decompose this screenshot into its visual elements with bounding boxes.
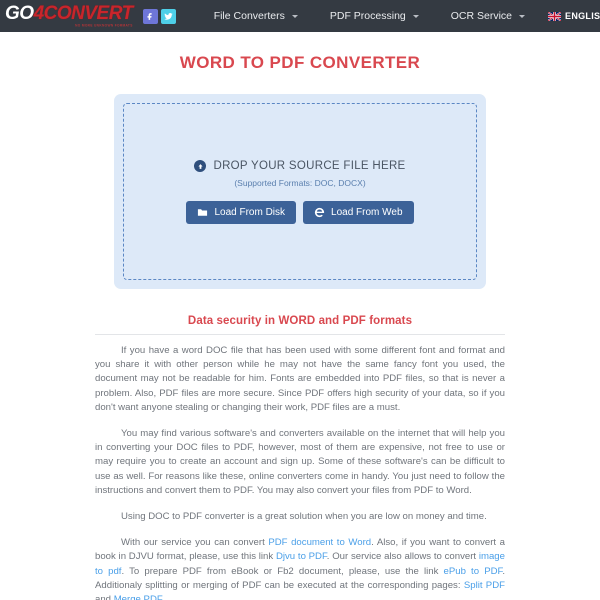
section-heading-data-security: Data security in WORD and PDF formats <box>187 315 413 327</box>
chevron-down-icon <box>519 14 526 18</box>
language-switcher: ENGLISH РУССКИЙ <box>541 9 600 23</box>
main-navigation: File Converters PDF Processing OCR Servi… <box>198 10 541 22</box>
twitter-icon[interactable] <box>160 8 176 24</box>
site-header: GO 4CONVERT NO MORE UNKNOWN FORMATS File… <box>0 0 600 32</box>
supported-formats-text: (Supported Formats: DOC, DOCX) <box>234 178 366 188</box>
social-links <box>142 8 176 24</box>
nav-label: File Converters <box>213 10 285 22</box>
nav-item-ocr-service[interactable]: OCR Service <box>435 10 541 22</box>
nav-label: PDF Processing <box>329 10 406 22</box>
facebook-icon[interactable] <box>142 8 158 24</box>
link-djvu-to-pdf[interactable]: Djvu to PDF <box>276 551 327 562</box>
chevron-down-icon <box>291 14 298 18</box>
p4-text-6: and <box>95 594 114 600</box>
load-from-web-label: Load From Web <box>331 207 403 218</box>
paragraph-1: If you have a word DOC file that has bee… <box>95 345 505 413</box>
logo-wordmark: GO 4CONVERT <box>5 4 133 23</box>
p4-text-7: . <box>161 594 165 600</box>
logo-tagline: NO MORE UNKNOWN FORMATS <box>75 23 133 29</box>
paragraph-2: You may find various software's and conv… <box>95 428 505 496</box>
upload-buttons: Load From Disk Load From Web <box>186 201 414 224</box>
chevron-down-icon <box>412 14 419 18</box>
language-label-english: ENGLISH <box>565 11 600 21</box>
link-epub-to-pdf[interactable]: ePub to PDF <box>444 566 503 577</box>
dropzone-headline: DROP YOUR SOURCE FILE HERE <box>194 160 405 172</box>
link-merge-pdf[interactable]: Merge PDF <box>114 594 162 600</box>
logo-text-go: GO <box>5 3 34 25</box>
nav-item-pdf-processing[interactable]: PDF Processing <box>314 10 435 22</box>
nav-label: OCR Service <box>450 10 513 22</box>
language-option-english[interactable]: ENGLISH <box>541 11 600 21</box>
p4-text-4: . To prepare PDF from eBook or Fb2 docum… <box>121 565 444 577</box>
file-dropzone[interactable]: DROP YOUR SOURCE FILE HERE (Supported Fo… <box>123 103 477 280</box>
p4-text-3: . Our service also allows to convert <box>326 551 479 563</box>
dropzone-headline-text: DROP YOUR SOURCE FILE HERE <box>213 160 406 172</box>
upload-panel: DROP YOUR SOURCE FILE HERE (Supported Fo… <box>114 94 486 289</box>
p4-text-1: With our service you can convert <box>121 537 269 549</box>
folder-icon <box>198 209 208 216</box>
paragraph-3: Using DOC to PDF converter is a great so… <box>121 511 487 523</box>
heading-divider <box>95 334 505 335</box>
site-logo[interactable]: GO 4CONVERT NO MORE UNKNOWN FORMATS <box>5 3 133 29</box>
load-from-disk-label: Load From Disk <box>214 207 286 218</box>
page-title: WORD TO PDF CONVERTER <box>179 53 421 72</box>
link-split-pdf[interactable]: Split PDF <box>464 580 505 591</box>
logo-text-4convert: 4CONVERT <box>33 3 134 25</box>
nav-item-file-converters[interactable]: File Converters <box>198 10 314 22</box>
article-section: Data security in WORD and PDF formats If… <box>95 315 505 600</box>
load-from-disk-button[interactable]: Load From Disk <box>186 201 297 224</box>
browser-e-icon <box>314 207 325 218</box>
link-pdf-to-word[interactable]: PDF document to Word <box>268 537 371 548</box>
uk-flag-icon <box>548 11 562 21</box>
load-from-web-button[interactable]: Load From Web <box>303 201 414 224</box>
upload-arrow-icon <box>194 160 207 172</box>
paragraph-4: With our service you can convert PDF doc… <box>95 536 505 600</box>
